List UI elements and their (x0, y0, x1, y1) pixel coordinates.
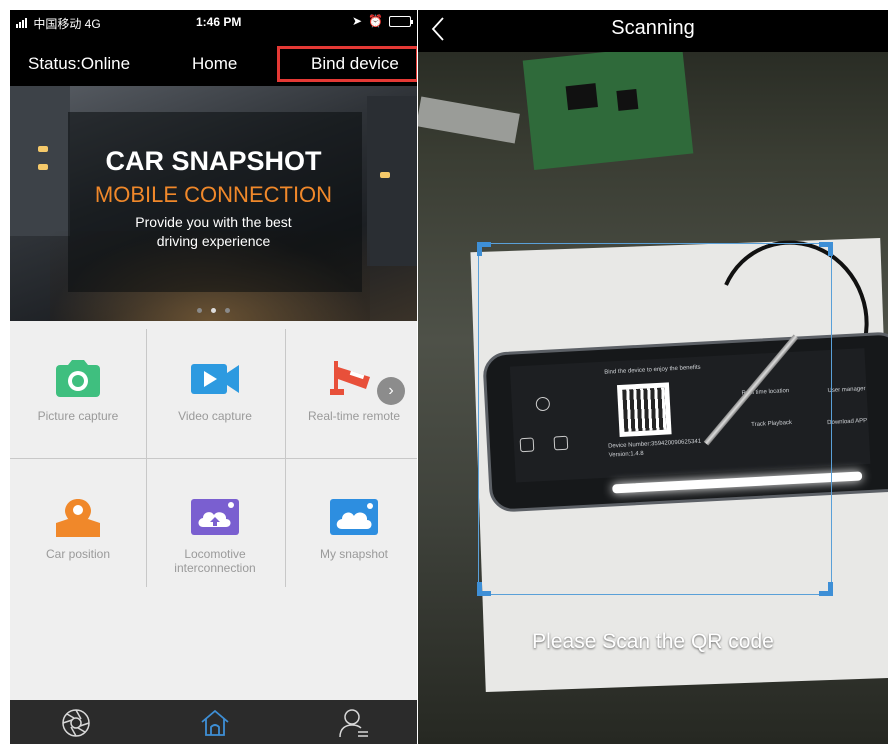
tile-label: My snapshot (319, 547, 389, 561)
home-screen: 中国移动 4G 1:46 PM ➤ ⏰ Status:Online Home B… (10, 10, 417, 744)
location-arrow-icon: ➤ (351, 14, 363, 28)
user-icon[interactable] (338, 707, 370, 739)
carousel-dot[interactable] (197, 308, 202, 313)
chevron-right-icon: › (388, 382, 394, 399)
scan-instruction: Please Scan the QR code (532, 630, 774, 653)
promo-banner[interactable]: CAR SNAPSHOT MOBILE CONNECTION Provide y… (10, 86, 417, 321)
tile-label: Car position (45, 547, 111, 561)
highlight-box (277, 46, 417, 82)
page-title: Scanning (611, 17, 695, 39)
home-icon[interactable] (199, 707, 231, 739)
tile-label: Picture capture (37, 409, 119, 423)
camera-icon (56, 360, 100, 397)
car-position-tile[interactable]: Car position (10, 459, 146, 589)
next-page-button[interactable]: › (377, 377, 405, 405)
carousel-dot[interactable] (225, 308, 230, 313)
map-pin-icon (56, 499, 100, 537)
picture-capture-tile[interactable]: Picture capture (10, 321, 146, 451)
home-title: Home (192, 54, 238, 73)
bottom-tab-bar (10, 700, 417, 744)
banner-subtitle: MOBILE CONNECTION (94, 182, 333, 207)
photo-cloud-icon (330, 499, 378, 535)
connection-status: Status:Online (28, 54, 131, 73)
tile-label: Locomotive (184, 547, 246, 561)
signal-icon (16, 18, 27, 28)
banner-tagline-1: Provide you with the best (135, 214, 292, 230)
tile-label: Video capture (178, 409, 252, 423)
scanning-screen: Bind the device to enjoy the benefits De… (418, 10, 888, 744)
my-snapshot-tile[interactable]: My snapshot (286, 459, 417, 589)
locomotive-interconnection-tile[interactable]: Locomotive interconnection (147, 459, 283, 589)
banner-title: CAR SNAPSHOT (105, 146, 322, 176)
alarm-icon: ⏰ (368, 14, 383, 28)
battery-icon (389, 15, 413, 27)
top-nav: Status:Online Home Bind device (10, 34, 417, 86)
carousel-dot[interactable] (211, 308, 216, 313)
status-bar: 中国移动 4G 1:46 PM ➤ ⏰ (10, 10, 417, 34)
video-camera-icon (191, 364, 239, 394)
feature-grid: Picture capture Video capture Real-time … (10, 321, 417, 591)
tile-label-line-2: interconnection (174, 561, 256, 575)
clock: 1:46 PM (196, 15, 242, 29)
video-capture-tile[interactable]: Video capture (147, 321, 283, 451)
scan-frame (477, 242, 833, 596)
circuit-board-photo (522, 43, 694, 171)
aperture-icon[interactable] (60, 707, 92, 739)
banner-tagline-2: driving experience (156, 233, 271, 249)
tile-label: Real-time remote (307, 409, 401, 423)
cloud-upload-icon (191, 499, 239, 535)
carousel-dots[interactable] (10, 308, 417, 313)
carrier-label: 中国移动 4G (33, 17, 101, 31)
scan-nav-bar: Scanning (418, 10, 888, 52)
cctv-icon (330, 361, 370, 395)
